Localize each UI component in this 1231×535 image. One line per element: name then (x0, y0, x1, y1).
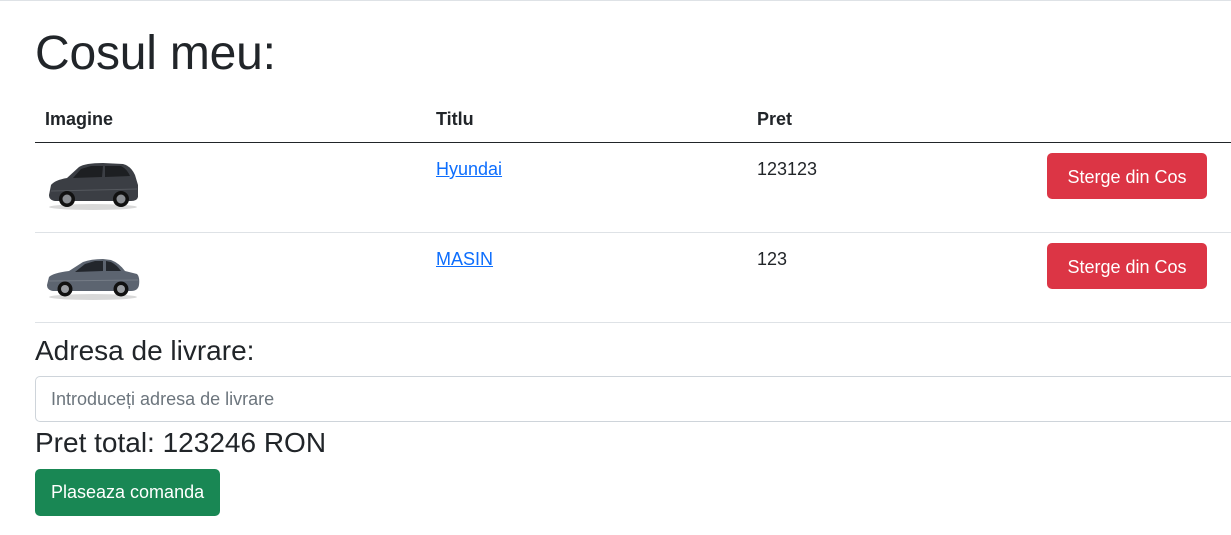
car-title-cell: Hyundai (426, 142, 747, 233)
cart-table: Imagine Titlu Pret Hyundai 123123 Sterge… (35, 97, 1231, 323)
remove-from-cart-button[interactable]: Sterge din Cos (1047, 153, 1207, 199)
car-price-cell: 123123 (747, 142, 1027, 233)
total-price: Pret total: 123246 RON (35, 427, 327, 458)
page-title: Cosul meu: (35, 27, 276, 80)
table-row: MASIN 123 Sterge din Cos (35, 232, 1231, 323)
car-title-link[interactable]: MASIN (436, 249, 493, 269)
top-divider (0, 0, 1231, 1)
delivery-address-input[interactable] (35, 376, 1231, 422)
car-title-cell: MASIN (426, 232, 747, 323)
remove-cell: Sterge din Cos (1027, 142, 1231, 233)
car-image-cell (35, 142, 426, 233)
car-price-cell: 123 (747, 232, 1027, 323)
remove-cell: Sterge din Cos (1027, 232, 1231, 323)
column-header-price: Pret (747, 97, 1027, 143)
delivery-address-heading: Adresa de livrare: (35, 335, 255, 366)
car-image-cell (35, 232, 426, 323)
cart-table-header: Imagine Titlu Pret (35, 97, 1231, 143)
place-order-button[interactable]: Plaseaza comanda (35, 469, 221, 516)
car-title-link[interactable]: Hyundai (436, 159, 502, 179)
remove-from-cart-button[interactable]: Sterge din Cos (1047, 243, 1207, 289)
column-header-actions (1027, 97, 1231, 143)
table-row: Hyundai 123123 Sterge din Cos (35, 142, 1231, 233)
column-header-title: Titlu (426, 97, 747, 143)
column-header-image: Imagine (35, 97, 426, 143)
car-sedan-image (47, 259, 140, 300)
car-hatchback-image (49, 163, 138, 210)
